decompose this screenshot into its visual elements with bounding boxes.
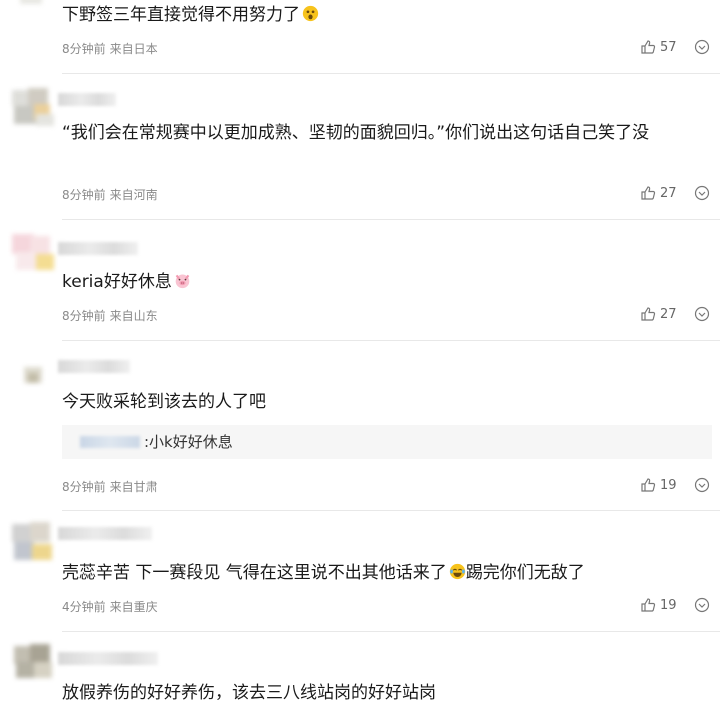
comment-meta: 4分钟前 来自重庆 [62, 598, 158, 615]
comment-text: 下野签三年直接觉得不用努力了 [62, 2, 710, 28]
divider [62, 73, 720, 74]
like-count: 27 [660, 306, 677, 322]
comment-meta: 8分钟前 来自甘肃 [62, 478, 158, 495]
comment-text: 放假养伤的好好养伤，该去三八线站岗的好好站岗 [62, 683, 436, 703]
more-options-icon[interactable] [693, 596, 711, 614]
like-count: 19 [660, 597, 677, 613]
like-count: 27 [660, 185, 677, 201]
thumbs-up-icon [641, 598, 656, 612]
comment-text: “我们会在常规赛中以更加成熟、坚韧的面貌回归。”你们说出这句话自己笑了没 [62, 123, 650, 143]
divider [62, 340, 720, 341]
surprised-emoji-icon [302, 5, 319, 22]
more-options-icon[interactable] [693, 184, 711, 202]
username[interactable] [58, 360, 130, 373]
comment-time: 4分钟前 [62, 600, 106, 614]
username[interactable] [58, 93, 116, 106]
comment-meta: 8分钟前 来自河南 [62, 186, 158, 203]
divider [62, 510, 720, 511]
thumbs-up-icon [641, 307, 656, 321]
comment-meta: 8分钟前 来自日本 [62, 40, 158, 57]
comment-location: 来自山东 [109, 309, 158, 323]
comment-time: 8分钟前 [62, 188, 106, 202]
thumbs-up-icon [641, 478, 656, 492]
pig-face-emoji-icon [175, 274, 190, 289]
thumbs-up-icon [641, 40, 656, 54]
more-options-icon[interactable] [693, 476, 711, 494]
comment-text: keria好好休息 [62, 269, 710, 295]
like-button[interactable]: 19 [640, 475, 684, 495]
comment-time: 8分钟前 [62, 42, 106, 56]
like-button[interactable]: 57 [640, 37, 684, 57]
comment-time: 8分钟前 [62, 480, 106, 494]
like-button[interactable]: 27 [640, 304, 684, 324]
reply-quote[interactable]: :小k好好休息 [62, 425, 712, 459]
comment-location: 来自甘肃 [109, 480, 158, 494]
like-button[interactable]: 27 [640, 183, 684, 203]
comment-location: 来自河南 [109, 188, 158, 202]
more-options-icon[interactable] [693, 305, 711, 323]
quoted-text: :小k好好休息 [144, 433, 233, 451]
divider [62, 219, 720, 220]
comment-time: 8分钟前 [62, 309, 106, 323]
comment-location: 来自重庆 [109, 600, 158, 614]
comment-text: 今天败采轮到该去的人了吧 [62, 392, 266, 412]
username[interactable] [58, 527, 152, 540]
thumbs-up-icon [641, 186, 656, 200]
avatar[interactable] [10, 230, 60, 276]
avatar[interactable] [10, 0, 60, 16]
like-count: 19 [660, 477, 677, 493]
avatar[interactable] [10, 640, 60, 686]
laughing-tears-emoji-icon [449, 563, 465, 580]
username[interactable] [58, 652, 158, 665]
quoted-username[interactable] [80, 436, 140, 448]
more-options-icon[interactable] [693, 38, 711, 56]
comment-text: 壳蕊辛苦 下一赛段见 气得在这里说不出其他话来了 踢完你们无敌了 [62, 563, 585, 583]
username[interactable] [58, 242, 138, 255]
avatar[interactable] [10, 520, 60, 566]
like-button[interactable]: 19 [640, 595, 684, 615]
like-count: 57 [660, 39, 677, 55]
avatar[interactable] [10, 84, 60, 130]
comment-meta: 8分钟前 来自山东 [62, 307, 158, 324]
avatar[interactable] [10, 355, 60, 401]
comment-location: 来自日本 [109, 42, 158, 56]
divider [62, 631, 720, 632]
